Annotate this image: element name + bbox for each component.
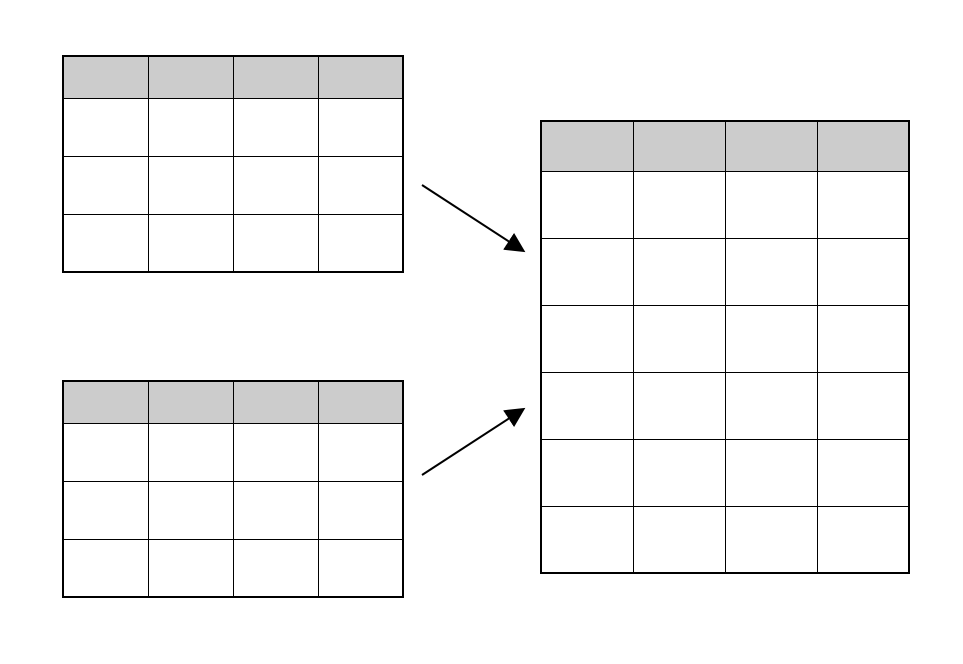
data-cell	[233, 214, 318, 272]
data-cell	[233, 423, 318, 481]
data-cell	[725, 506, 817, 573]
data-cell	[817, 238, 909, 305]
data-cell	[233, 539, 318, 597]
data-cell	[633, 238, 725, 305]
data-cell	[63, 423, 148, 481]
data-cell	[233, 98, 318, 156]
data-cell	[725, 171, 817, 238]
data-cell	[541, 305, 633, 372]
data-cell	[63, 98, 148, 156]
header-cell	[633, 121, 725, 171]
data-cell	[148, 156, 233, 214]
data-cell	[148, 539, 233, 597]
header-cell	[817, 121, 909, 171]
table-row	[541, 171, 909, 238]
data-cell	[318, 423, 403, 481]
data-cell	[633, 372, 725, 439]
data-cell	[541, 439, 633, 506]
data-cell	[318, 156, 403, 214]
data-cell	[541, 238, 633, 305]
table-row	[541, 372, 909, 439]
data-cell	[318, 98, 403, 156]
data-cell	[148, 481, 233, 539]
data-cell	[233, 156, 318, 214]
data-cell	[63, 156, 148, 214]
header-cell	[541, 121, 633, 171]
arrow-top-icon	[417, 175, 537, 265]
data-cell	[63, 481, 148, 539]
data-cell	[633, 439, 725, 506]
data-cell	[725, 439, 817, 506]
table-header-row	[63, 56, 403, 98]
table-header-row	[541, 121, 909, 171]
data-cell	[541, 171, 633, 238]
header-cell	[63, 56, 148, 98]
source-table-top	[62, 55, 404, 273]
table-row	[63, 481, 403, 539]
data-cell	[725, 238, 817, 305]
table-row	[541, 439, 909, 506]
data-cell	[817, 439, 909, 506]
header-cell	[318, 56, 403, 98]
header-cell	[233, 381, 318, 423]
data-cell	[817, 305, 909, 372]
header-cell	[725, 121, 817, 171]
arrow-bottom-icon	[417, 395, 537, 485]
table-row	[63, 156, 403, 214]
data-cell	[318, 214, 403, 272]
data-cell	[541, 506, 633, 573]
data-cell	[318, 481, 403, 539]
source-table-bottom	[62, 380, 404, 598]
header-cell	[233, 56, 318, 98]
header-cell	[63, 381, 148, 423]
data-cell	[541, 372, 633, 439]
data-cell	[725, 305, 817, 372]
data-cell	[318, 539, 403, 597]
table-row	[63, 214, 403, 272]
data-cell	[148, 98, 233, 156]
header-cell	[318, 381, 403, 423]
table-header-row	[63, 381, 403, 423]
data-cell	[148, 423, 233, 481]
data-cell	[817, 506, 909, 573]
data-cell	[63, 214, 148, 272]
merged-table	[540, 120, 910, 574]
header-cell	[148, 56, 233, 98]
data-cell	[148, 214, 233, 272]
table-row	[63, 98, 403, 156]
data-cell	[817, 372, 909, 439]
table-row	[63, 539, 403, 597]
header-cell	[148, 381, 233, 423]
data-cell	[633, 506, 725, 573]
data-cell	[817, 171, 909, 238]
table-row	[541, 238, 909, 305]
data-cell	[633, 305, 725, 372]
table-row	[63, 423, 403, 481]
data-cell	[63, 539, 148, 597]
data-cell	[233, 481, 318, 539]
table-row	[541, 305, 909, 372]
table-row	[541, 506, 909, 573]
data-cell	[725, 372, 817, 439]
data-cell	[633, 171, 725, 238]
